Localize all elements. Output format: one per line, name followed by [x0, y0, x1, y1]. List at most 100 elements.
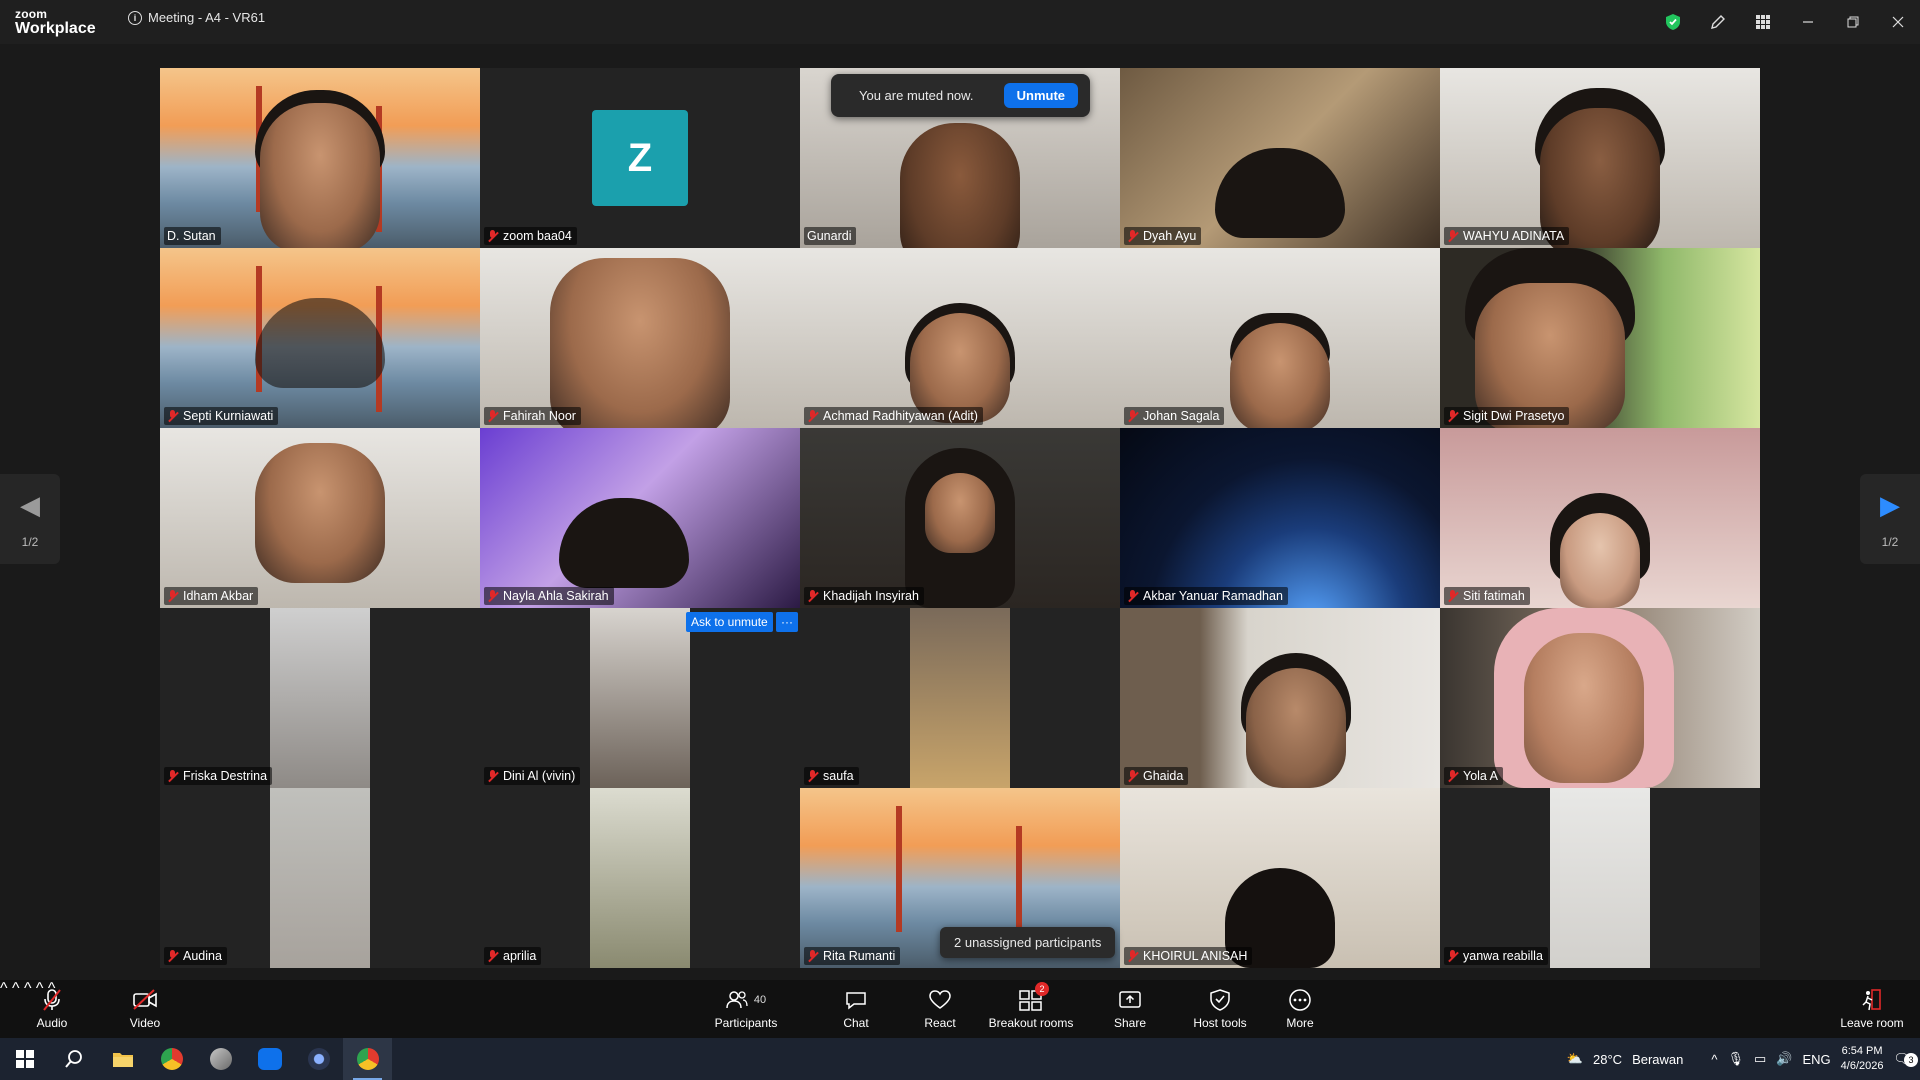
video-tile[interactable]: Ghaida [1120, 608, 1440, 788]
leave-room-button[interactable]: Leave room [1840, 980, 1904, 1038]
name-label: Rita Rumanti [804, 947, 901, 965]
share-button[interactable]: Share [1114, 980, 1146, 1038]
more-dots-icon [1288, 988, 1312, 1012]
video-tile[interactable]: aprilia [480, 788, 800, 968]
name-label: saufa [804, 767, 859, 785]
notification-count: 3 [1904, 1053, 1918, 1067]
video-tile[interactable]: D. Sutan [160, 68, 480, 248]
zoom-app-icon[interactable] [245, 1038, 294, 1080]
participant-video [255, 443, 385, 583]
next-page-button[interactable]: ▶ 1/2 [1860, 474, 1920, 564]
video-stage: ◀ 1/2 ▶ 1/2 D. Sutan Z zoom baa04 Gunard… [0, 44, 1920, 980]
language-indicator[interactable]: ENG [1802, 1052, 1830, 1067]
participants-label: Participants [714, 1016, 778, 1030]
search-icon[interactable] [49, 1038, 98, 1080]
mic-muted-icon [1447, 589, 1459, 603]
video-tile[interactable]: Z zoom baa04 [480, 68, 800, 248]
participant-name: Gunardi [807, 229, 852, 243]
name-label: Dyah Ayu [1124, 227, 1202, 245]
video-tile[interactable]: KHOIRUL ANISAH [1120, 788, 1440, 968]
video-tile[interactable]: Sigit Dwi Prasetyo [1440, 248, 1760, 428]
mic-muted-icon [807, 589, 819, 603]
video-tile[interactable]: Akbar Yanuar Ramadhan [1120, 428, 1440, 608]
volume-icon[interactable]: 🔊 [1776, 1051, 1792, 1067]
video-tile[interactable]: Khadijah Insyirah [800, 428, 1120, 608]
breakout-label: Breakout rooms [988, 1016, 1074, 1030]
camera-app-icon[interactable] [294, 1038, 343, 1080]
unmute-button[interactable]: Unmute [1003, 83, 1078, 108]
app-icon[interactable] [196, 1038, 245, 1080]
info-icon[interactable]: i [128, 10, 142, 25]
close-icon[interactable] [1875, 0, 1920, 44]
participant-video [1560, 513, 1640, 608]
windows-start-icon[interactable] [0, 1038, 49, 1080]
video-tile[interactable]: saufa [800, 608, 1120, 788]
react-button[interactable]: React [920, 980, 960, 1038]
mic-muted-icon [1447, 409, 1459, 423]
participant-video [900, 123, 1020, 248]
participant-name: Dini Al (vivin) [503, 769, 576, 783]
participant-name: Idham Akbar [183, 589, 254, 603]
tile-more-options-button[interactable]: ··· [776, 612, 798, 632]
participant-name: yanwa reabilla [1463, 949, 1543, 963]
participant-name: KHOIRUL ANISAH [1143, 949, 1248, 963]
participant-video [1524, 633, 1644, 783]
audio-button[interactable]: Audio [30, 980, 74, 1038]
participant-name: saufa [823, 769, 854, 783]
participant-name: D. Sutan [167, 229, 216, 243]
breakout-rooms-button[interactable]: 2 Breakout rooms [988, 980, 1074, 1038]
more-button[interactable]: More [1284, 980, 1316, 1038]
prev-page-button[interactable]: ◀ 1/2 [0, 474, 60, 564]
mic-muted-icon [487, 229, 499, 243]
heart-icon [929, 988, 951, 1012]
mic-muted-icon [167, 409, 179, 423]
weather-icon[interactable]: ⛅ [1567, 1051, 1583, 1067]
network-icon[interactable]: ▭ [1754, 1051, 1766, 1067]
host-tools-button[interactable]: Host tools [1190, 980, 1250, 1038]
clock[interactable]: 6:54 PM 4/6/2026 [1841, 1044, 1884, 1074]
name-label: Gunardi [804, 227, 857, 245]
video-tile[interactable]: Achmad Radhityawan (Adit) [800, 248, 1120, 428]
video-tile[interactable]: Septi Kurniawati [160, 248, 480, 428]
chat-button[interactable]: Chat [840, 980, 872, 1038]
restore-icon[interactable] [1830, 0, 1875, 44]
apps-grid-icon[interactable] [1740, 0, 1785, 44]
video-button[interactable]: Video [125, 980, 165, 1038]
video-tile[interactable]: Fahirah Noor [480, 248, 800, 428]
video-tile[interactable]: Johan Sagala [1120, 248, 1440, 428]
weather-temp[interactable]: 28°C [1593, 1052, 1622, 1067]
participant-name: Dyah Ayu [1143, 229, 1197, 243]
video-tile[interactable]: yanwa reabilla [1440, 788, 1760, 968]
video-tile[interactable]: Audina [160, 788, 480, 968]
chrome-icon[interactable] [147, 1038, 196, 1080]
shield-icon[interactable] [1650, 0, 1695, 44]
tray-chevron-up-icon[interactable]: ^ [1711, 1052, 1717, 1067]
video-tile[interactable]: Yola A [1440, 608, 1760, 788]
video-tile[interactable]: Dini Al (vivin) [480, 608, 800, 788]
video-tile[interactable]: Nayla Ahla Sakirah [480, 428, 800, 608]
annotate-pen-icon[interactable] [1695, 0, 1740, 44]
microphone-tray-icon[interactable]: 🎙 [1727, 1051, 1744, 1067]
video-tile[interactable]: Siti fatimah [1440, 428, 1760, 608]
file-explorer-icon[interactable] [98, 1038, 147, 1080]
participant-video [550, 258, 730, 428]
weather-text[interactable]: Berawan [1632, 1052, 1683, 1067]
video-tile[interactable]: Friska Destrina [160, 608, 480, 788]
mic-muted-icon [487, 769, 499, 783]
chrome-active-icon[interactable] [343, 1038, 392, 1080]
avatar: Z [592, 110, 688, 206]
audio-options-caret-icon[interactable]: ^ [0, 980, 8, 997]
meeting-info[interactable]: i Meeting - A4 - VR61 [128, 10, 265, 25]
logo-line2: Workplace [15, 20, 96, 37]
ask-to-unmute-button[interactable]: Ask to unmute [686, 612, 773, 632]
notifications-icon[interactable]: 🗨 3 [1893, 1051, 1918, 1067]
video-tile[interactable]: Idham Akbar [160, 428, 480, 608]
participants-button[interactable]: 40 Participants [712, 980, 780, 1038]
video-tile[interactable]: Dyah Ayu [1120, 68, 1440, 248]
minimize-icon[interactable] [1785, 0, 1830, 44]
name-label: Fahirah Noor [484, 407, 581, 425]
participants-icon: 40 [726, 988, 766, 1012]
participant-name: Friska Destrina [183, 769, 268, 783]
video-options-caret-icon[interactable]: ^ [12, 980, 20, 997]
video-tile[interactable]: WAHYU ADINATA [1440, 68, 1760, 248]
